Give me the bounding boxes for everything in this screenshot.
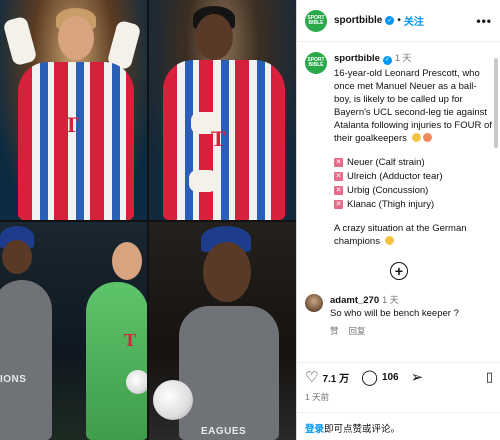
post-header: SPORT BIBLE sportbible ✓ • 关注 ••• [297, 0, 500, 42]
ballboy-face [2, 240, 32, 274]
commenter-avatar[interactable] [305, 294, 323, 312]
face-emoji-icon [384, 236, 394, 245]
comments-scroll-area[interactable]: SPORT BIBLE sportbible ✓ 1 天 16-year-old L… [297, 42, 500, 362]
green-goalkeeper-jersey [86, 282, 147, 440]
player-face [195, 14, 233, 60]
comment-like-button[interactable]: 赞 [330, 326, 339, 336]
list-item: ✕ Urbig (Concussion) [334, 185, 429, 196]
ballboy-jacket [179, 306, 279, 440]
striped-goalkeeper-jersey [18, 62, 134, 220]
face-emoji-icon [411, 133, 421, 142]
goalkeeper-glove [189, 170, 217, 192]
caption-username[interactable]: sportbible [334, 53, 380, 64]
comment-body: adamt_270 1 天 So who will be bench keeper… [330, 294, 459, 338]
login-prompt: 登录即可点赞或评论。 [297, 412, 500, 440]
caption-avatar[interactable]: SPORT BIBLE [305, 52, 327, 74]
caption-block: SPORT BIBLE sportbible ✓ 1 天 16-year-old L… [305, 52, 493, 248]
comment-count: 106 [381, 371, 399, 383]
profile-avatar[interactable]: SPORT BIBLE [305, 9, 327, 32]
load-more-comments: + [305, 262, 493, 280]
verified-badge-icon: ✓ [382, 56, 392, 65]
banner-text: IONS [0, 374, 27, 385]
ballboy-jacket [0, 280, 52, 440]
list-item: ✕ Ulreich (Adductor tear) [334, 171, 443, 182]
post-date: 1 天前 [305, 392, 330, 402]
banner-text: EAGUES [201, 426, 247, 437]
player-face [58, 16, 94, 60]
login-prompt-text: 即可点赞或评论。 [324, 424, 401, 435]
caption-text: sportbible ✓ 1 天 16-year-old Leonard Presc… [334, 52, 493, 248]
follow-button[interactable]: 关注 [404, 13, 424, 28]
post-panel: SPORT BIBLE sportbible ✓ • 关注 ••• SPORT … [296, 0, 500, 440]
sponsor-logo: T [124, 330, 137, 350]
sponsor-logo: T [211, 126, 226, 151]
comment-username[interactable]: adamt_270 [330, 295, 379, 306]
comment-icon[interactable]: ◯ [361, 370, 378, 385]
separator-dot: • [397, 15, 401, 26]
ballboy-face [203, 242, 251, 302]
caption-time: 1 天 [394, 53, 412, 63]
cross-mark-icon: ✕ [334, 172, 343, 181]
cross-mark-icon: ✕ [334, 200, 343, 209]
caption-body: 16-year-old Leonard Prescott, who once m… [334, 68, 492, 144]
post-media-grid[interactable]: T T IONS T EAGUES [0, 0, 296, 440]
photo-ballboy-smiling: EAGUES [149, 222, 296, 440]
login-link[interactable]: 登录 [305, 424, 324, 435]
verified-badge-icon: ✓ [385, 16, 395, 25]
comment-reply-button[interactable]: 回复 [349, 326, 366, 336]
comment-time: 1 天 [382, 295, 399, 305]
photo-prescott-kit: T [149, 0, 296, 220]
list-item: ✕ Neuer (Calf strain) [334, 157, 425, 168]
neuer-face [112, 242, 142, 280]
football [153, 380, 193, 420]
photo-neuer-gloves: T [0, 0, 147, 220]
photo-ballboy-with-neuer: IONS T [0, 222, 147, 440]
cross-mark-icon: ✕ [334, 158, 343, 167]
more-options-icon[interactable]: ••• [476, 14, 492, 28]
comment-text: So who will be bench keeper ? [330, 308, 459, 319]
bookmark-icon[interactable]: ▯ [486, 369, 493, 385]
share-icon[interactable]: ➢ [411, 370, 424, 385]
post-actions: ♡ 7.1 万 ◯ 106 ➢ ▯ 1 天前 [297, 362, 500, 403]
comment-item: adamt_270 1 天 So who will be bench keeper… [305, 294, 493, 338]
cross-mark-icon: ✕ [334, 186, 343, 195]
header-username[interactable]: sportbible [334, 15, 382, 26]
load-more-button[interactable]: + [390, 262, 408, 280]
like-count: 7.1 万 [322, 373, 350, 385]
face-emoji-icon [422, 133, 432, 142]
caption-closing: A crazy situation at the German champion… [334, 223, 467, 247]
football [126, 370, 147, 394]
injury-list: ✕ Neuer (Calf strain) ✕ Ulreich (Adductor … [334, 156, 493, 211]
goalkeeper-glove-left [2, 15, 38, 67]
list-item: ✕ Klanac (Thigh injury) [334, 199, 435, 210]
sponsor-logo: T [64, 112, 79, 137]
heart-icon[interactable]: ♡ [305, 370, 318, 385]
